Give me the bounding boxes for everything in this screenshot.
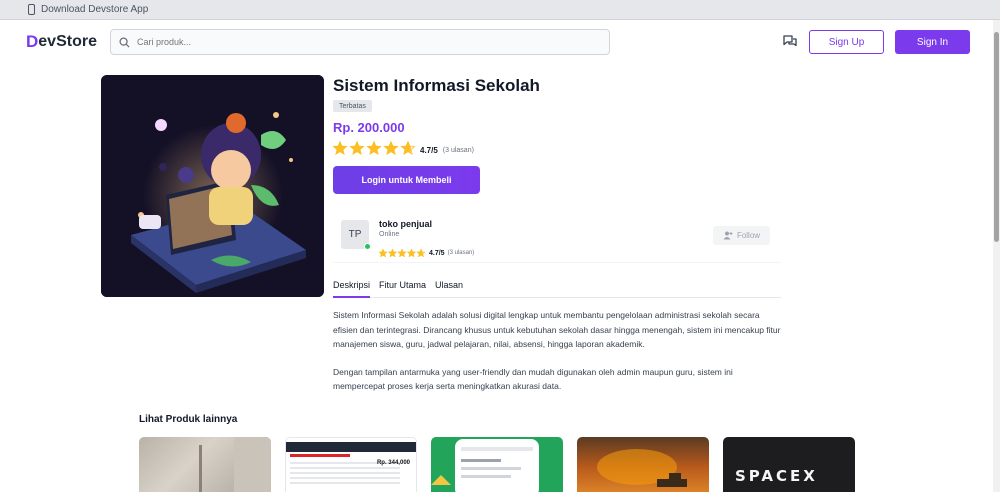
star-icon <box>350 141 364 155</box>
related-products-list: Rp. 344,000 SPACEX <box>139 437 869 492</box>
search-bar[interactable] <box>110 29 610 55</box>
sign-in-button[interactable]: Sign In <box>895 30 970 54</box>
seller-rating-stars <box>378 244 426 262</box>
follow-label: Follow <box>736 231 761 240</box>
chat-icon[interactable] <box>782 33 798 49</box>
logo-text: evStore <box>38 33 97 50</box>
rating-count: (3 ulasan) <box>442 147 474 154</box>
related-products-title: Lihat Produk lainnya <box>139 414 238 425</box>
navbar: DevStore Sign Up Sign In <box>0 20 993 64</box>
download-app-text: Download Devstore App <box>41 4 149 15</box>
devstore-logo[interactable]: DevStore <box>26 32 97 52</box>
sign-up-button[interactable]: Sign Up <box>809 30 884 54</box>
product-image <box>101 75 324 297</box>
search-icon <box>119 36 130 48</box>
star-icon <box>367 141 381 155</box>
related-product-card[interactable] <box>577 437 709 492</box>
search-input[interactable] <box>137 37 577 47</box>
phone-icon <box>28 4 35 15</box>
logo-mark: D <box>26 32 39 51</box>
rating-stars <box>332 140 416 160</box>
online-status-dot <box>364 243 371 250</box>
rating-score: 4.7/5 <box>420 146 438 155</box>
tab-fitur-utama[interactable]: Fitur Utama <box>379 278 426 298</box>
related-product-card[interactable] <box>431 437 563 492</box>
scrollbar-thumb[interactable] <box>994 32 999 242</box>
product-tabs: Deskripsi Fitur Utama Ulasan <box>333 278 781 298</box>
related-product-card[interactable]: Rp. 344,000 <box>285 437 417 492</box>
product-rating: 4.7/5 (3 ulasan) <box>332 140 474 160</box>
login-to-buy-button[interactable]: Login untuk Membeli <box>333 166 480 194</box>
seller-rating: 4.7/5 (3 ulasan) <box>378 244 475 262</box>
seller-name[interactable]: toko penjual <box>379 219 432 229</box>
stock-badge: Terbatas <box>333 100 372 112</box>
description-paragraph: Dengan tampilan antarmuka yang user-frie… <box>333 366 733 392</box>
related-product-card[interactable]: SPACEX <box>723 437 855 492</box>
product-price: Rp. 200.000 <box>333 120 405 135</box>
add-user-icon <box>723 231 733 240</box>
seller-status: Online <box>379 231 400 238</box>
card-price: Rp. 344,000 <box>376 460 410 466</box>
seller-card: TP toko penjual Online 4.7/5 (3 ulasan) … <box>333 208 781 263</box>
page-scrollbar[interactable] <box>993 20 1000 492</box>
tab-deskripsi[interactable]: Deskripsi <box>333 278 371 298</box>
product-title: Sistem Informasi Sekolah <box>333 76 540 95</box>
tab-ulasan[interactable]: Ulasan <box>435 278 463 298</box>
product-description: Sistem Informasi Sekolah adalah solusi d… <box>333 308 783 407</box>
seller-rating-score: 4.7/5 <box>429 249 445 257</box>
follow-button[interactable]: Follow <box>713 226 770 245</box>
card-brand-text: SPACEX <box>735 467 818 485</box>
star-icon <box>384 141 398 155</box>
seller-rating-count: (3 ulasan) <box>447 250 475 256</box>
download-app-banner[interactable]: Download Devstore App <box>0 0 1000 20</box>
star-icon <box>333 141 347 155</box>
description-paragraph: Sistem Informasi Sekolah adalah solusi d… <box>333 310 781 349</box>
related-product-card[interactable] <box>139 437 271 492</box>
